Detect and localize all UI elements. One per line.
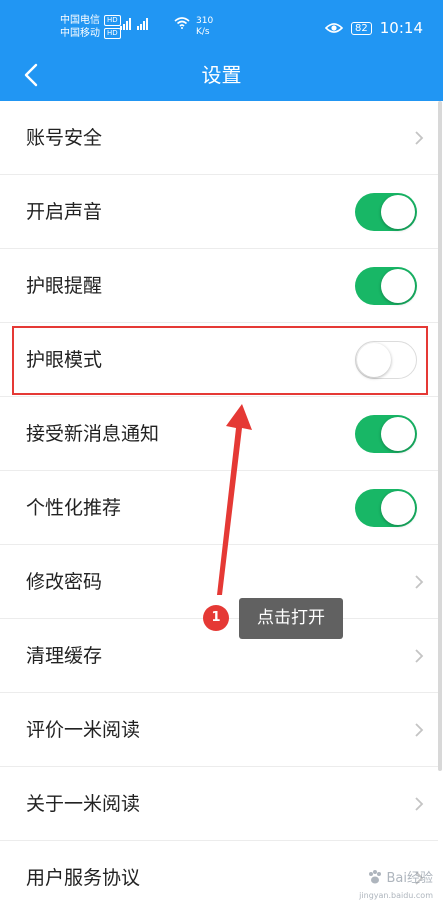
settings-row-label: 用户服务协议 [26, 867, 141, 889]
eye-icon [325, 23, 344, 33]
battery-icon: 82 [351, 21, 372, 35]
chevron-right-icon [415, 131, 424, 145]
speed-value: 310 [196, 16, 214, 26]
toggle-knob [357, 343, 391, 377]
settings-row[interactable]: 评价一米阅读 [0, 693, 438, 767]
watermark: Bai经验 [367, 867, 434, 886]
settings-row[interactable]: 关于一米阅读 [0, 767, 438, 841]
toggle-knob [381, 269, 415, 303]
signal-icon [120, 18, 148, 30]
settings-row[interactable]: 开启声音 [0, 175, 438, 249]
chevron-right-icon [415, 649, 424, 663]
tooltip: 点击打开 [239, 598, 343, 639]
toggle-knob [381, 417, 415, 451]
settings-row-label: 开启声音 [26, 201, 103, 223]
network-speed: 310 K/s [196, 16, 213, 38]
toggle-switch[interactable] [355, 415, 417, 453]
chevron-right-icon [415, 797, 424, 811]
carrier-1-label: 中国电信 [60, 15, 100, 26]
carrier-2-label: 中国移动 [60, 28, 100, 39]
settings-row-label: 个性化推荐 [26, 497, 122, 519]
settings-row[interactable]: 护眼模式 [0, 323, 438, 397]
settings-row-label: 修改密码 [26, 571, 103, 593]
wifi-icon [174, 17, 190, 29]
settings-row-label: 清理缓存 [26, 645, 103, 667]
settings-row-label: 评价一米阅读 [26, 719, 141, 741]
settings-row-label: 接受新消息通知 [26, 423, 160, 445]
toggle-switch[interactable] [355, 341, 417, 379]
toggle-switch[interactable] [355, 267, 417, 305]
paw-icon [368, 869, 381, 883]
scrollbar[interactable] [438, 101, 442, 771]
chevron-right-icon [415, 575, 424, 589]
settings-row-label: 账号安全 [26, 127, 103, 149]
settings-row[interactable]: 账号安全 [0, 101, 438, 175]
toggle-knob [381, 195, 415, 229]
toggle-switch[interactable] [355, 193, 417, 231]
carrier-info: 中国电信 HD 中国移动 HD [60, 14, 121, 40]
status-right: 82 10:14 [325, 19, 423, 37]
clock: 10:14 [379, 19, 423, 37]
speed-unit: K/s [196, 27, 210, 37]
nav-bar: 设置 [0, 50, 443, 101]
toggle-knob [381, 491, 415, 525]
settings-row-label: 护眼模式 [26, 349, 103, 371]
settings-list: 账号安全开启声音护眼提醒护眼模式接受新消息通知 个性化推荐修改密码清理缓存评价一米… [0, 101, 438, 904]
hd-badge: HD [104, 28, 121, 39]
status-bar: 中国电信 HD 中国移动 HD 310 K/s 82 10:14 [0, 0, 443, 50]
settings-row-label: 护眼提醒 [26, 275, 103, 297]
watermark-url: jingyan.baidu.com [359, 891, 433, 900]
hd-badge: HD [104, 15, 121, 26]
settings-row-label: 关于一米阅读 [26, 793, 141, 815]
settings-row[interactable]: 个性化推荐 [0, 471, 438, 545]
watermark-text: Bai经验 [386, 871, 434, 886]
page-title: 设置 [201, 63, 242, 87]
top-bar: 中国电信 HD 中国移动 HD 310 K/s 82 10:14 设置 [0, 0, 443, 101]
step-badge: 1 [203, 605, 229, 631]
toggle-switch[interactable] [355, 489, 417, 527]
chevron-right-icon [415, 723, 424, 737]
settings-row[interactable]: 护眼提醒 [0, 249, 438, 323]
settings-row[interactable]: 接受新消息通知 [0, 397, 438, 471]
